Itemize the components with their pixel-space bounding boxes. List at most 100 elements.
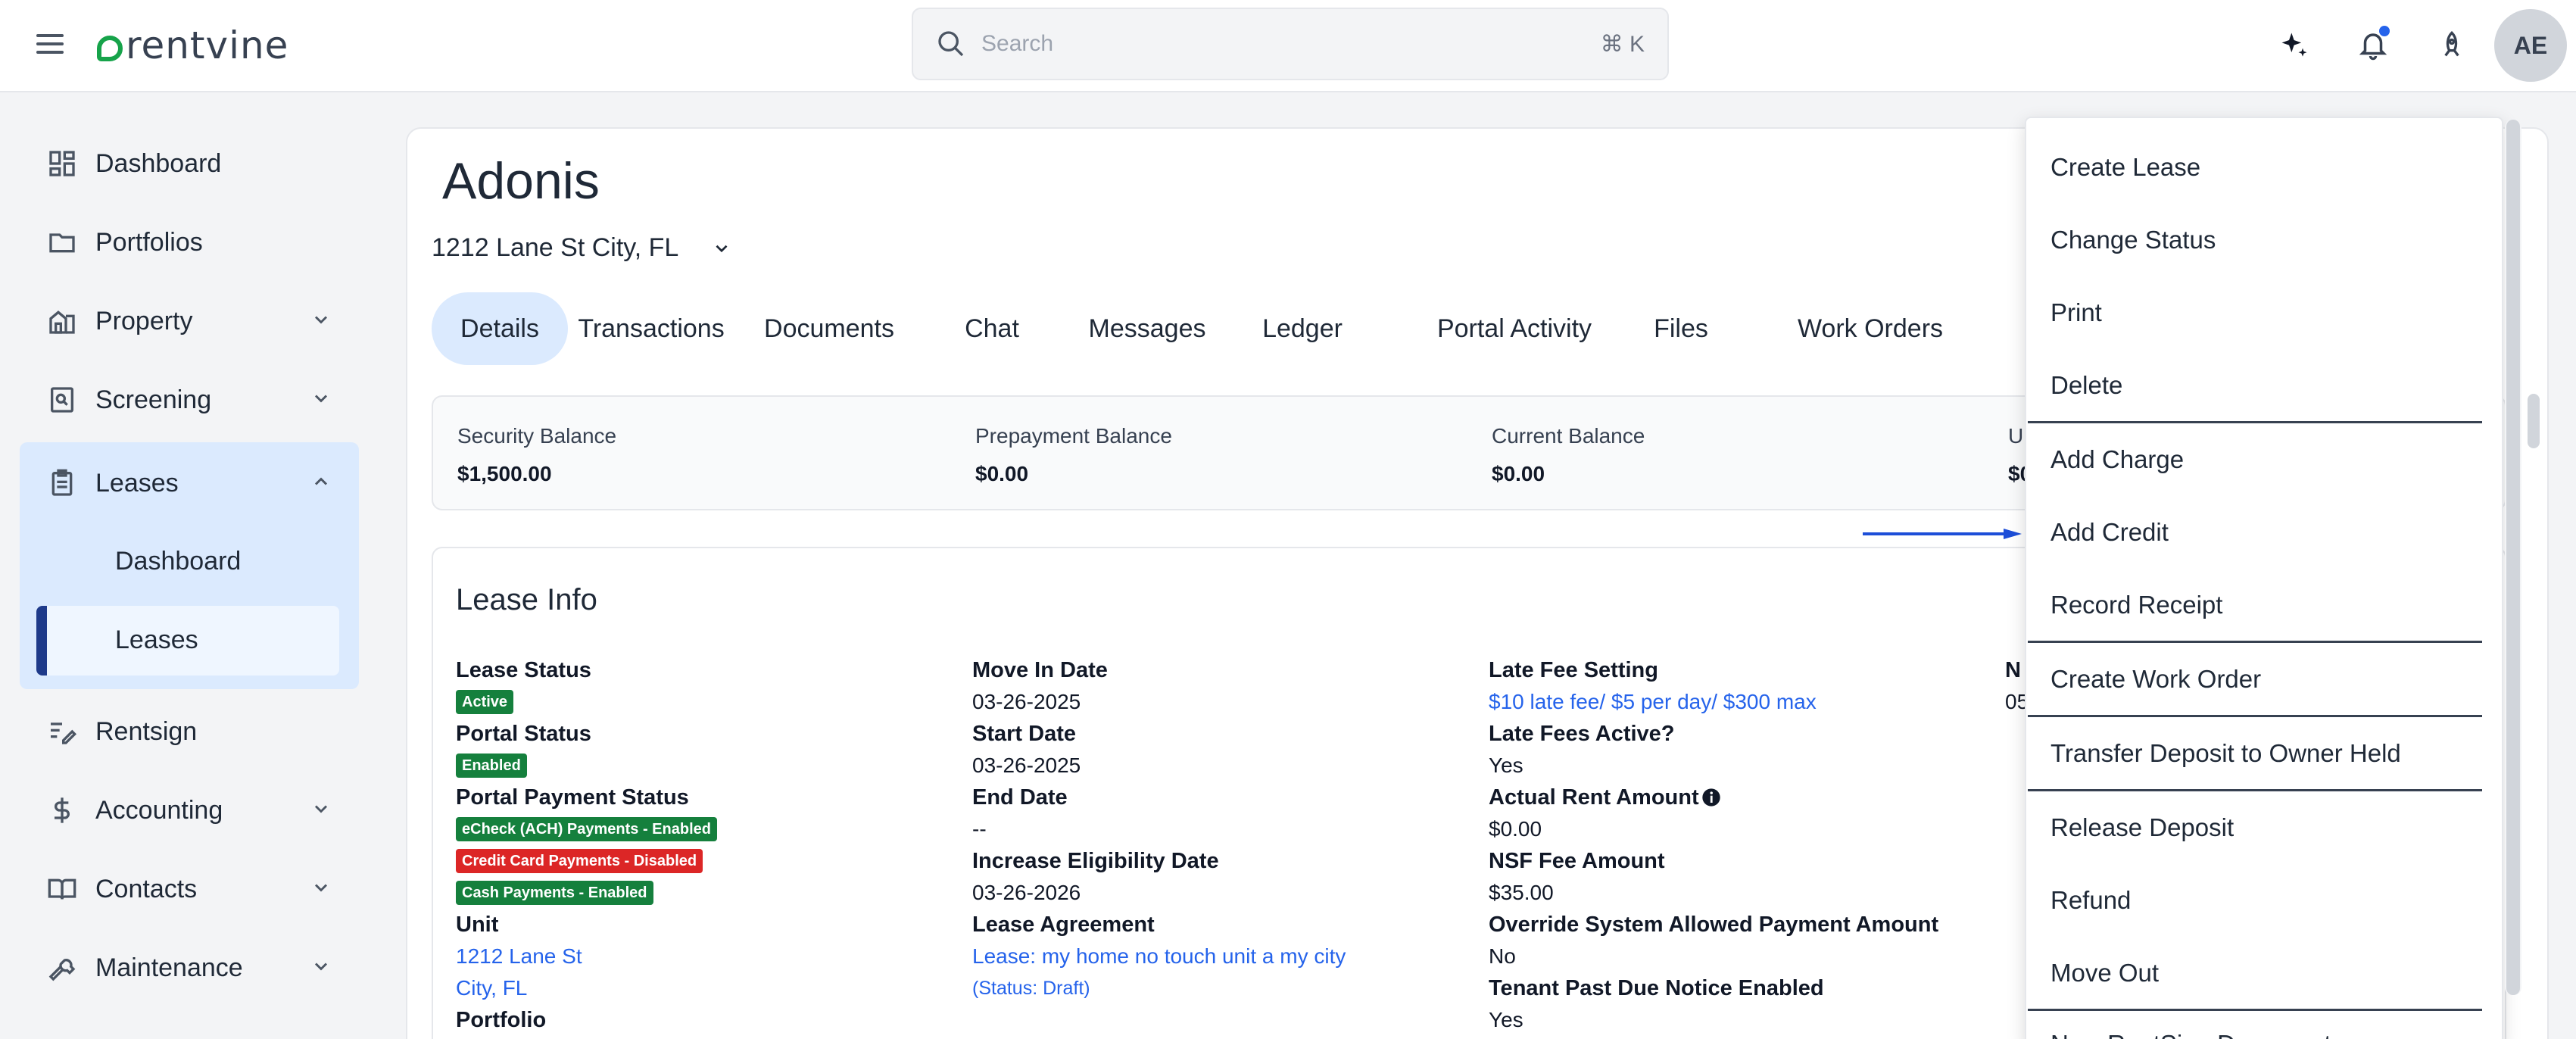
menu-item-create-work-order[interactable]: Create Work Order <box>2051 665 2261 694</box>
wrench-icon <box>48 959 76 981</box>
balance-label: Current Balance <box>1492 424 1645 448</box>
app-logo[interactable]: rentvine <box>97 21 288 70</box>
tab-transactions[interactable]: Transactions <box>578 292 724 365</box>
folder-icon <box>49 233 75 253</box>
rocket-icon[interactable] <box>2431 24 2473 67</box>
balance-label: Prepayment Balance <box>975 424 1172 448</box>
menu-toggle-icon[interactable] <box>33 29 67 62</box>
menu-item-add-charge[interactable]: Add Charge <box>2051 445 2184 474</box>
sidebar-item-label: Maintenance <box>95 953 243 982</box>
late-fee-setting-label: Late Fee Setting <box>1489 658 1658 682</box>
balance-label: Security Balance <box>457 424 617 448</box>
sidebar-item-label: Portfolios <box>95 227 203 257</box>
start-date-value: 03-26-2025 <box>972 754 1081 777</box>
annotation-arrow-icon <box>1863 529 2022 539</box>
sidebar-item-leases[interactable]: Leases <box>20 448 359 518</box>
lease-agreement-status: (Status: Draft) <box>972 978 1090 999</box>
chevron-down-icon <box>314 963 328 971</box>
unit-link-line2[interactable]: City, FL <box>456 972 717 1004</box>
sidebar-item-property[interactable]: Property <box>20 286 359 356</box>
unit-link-line1[interactable]: 1212 Lane St <box>456 941 717 972</box>
sidebar-item-portfolios[interactable]: Portfolios <box>20 207 359 277</box>
chevron-down-icon <box>716 245 728 252</box>
actual-rent-row: Actual Rent Amount <box>1489 782 1938 813</box>
nsf-fee-label: NSF Fee Amount <box>1489 849 1665 873</box>
sidebar-item-contacts[interactable]: Contacts <box>20 854 359 924</box>
increase-eligibility-value: 03-26-2026 <box>972 881 1081 904</box>
notifications-bell-icon[interactable] <box>2352 24 2394 67</box>
menu-item-create-lease[interactable]: Create Lease <box>2051 153 2200 182</box>
sidebar-subitem-dashboard[interactable]: Dashboard <box>115 547 241 576</box>
menu-item-change-status[interactable]: Change Status <box>2051 226 2216 254</box>
nsf-fee-value: $35.00 <box>1489 881 1554 904</box>
menu-item-refund[interactable]: Refund <box>2051 886 2131 915</box>
actual-rent-value: $0.00 <box>1489 817 1542 841</box>
book-icon <box>48 878 76 900</box>
menu-item-move-out[interactable]: Move Out <box>2051 959 2159 988</box>
sparkle-icon[interactable] <box>2273 24 2316 67</box>
pen-sign-icon <box>51 722 77 744</box>
menu-item-new-rentsign-document[interactable]: New RentSign Document <box>2051 1030 2331 1039</box>
lease-agreement-link[interactable]: Lease: my home no touch unit a my city <box>972 941 1346 972</box>
notification-dot <box>2379 26 2390 36</box>
sidebar-item-label: Rentsign <box>95 716 198 746</box>
dollar-icon <box>55 797 70 823</box>
menu-item-release-deposit[interactable]: Release Deposit <box>2051 813 2234 842</box>
move-in-date-label: Move In Date <box>972 658 1108 682</box>
sidebar-item-dashboard[interactable]: Dashboard <box>20 129 359 198</box>
late-fees-active-value: Yes <box>1489 754 1523 777</box>
logo-text: rentvine <box>126 23 289 67</box>
sidebar-subitem-leases[interactable]: Leases <box>115 626 198 655</box>
search-placeholder: Search <box>981 31 1054 56</box>
rentvine-leaf-icon <box>97 36 123 61</box>
chevron-up-icon <box>314 477 328 485</box>
sidebar-item-label: Leases <box>95 468 179 498</box>
tab-work-orders[interactable]: Work Orders <box>1711 292 2029 365</box>
page-title: Adonis <box>442 152 600 210</box>
chevron-down-icon <box>314 395 328 403</box>
echeck-payment-badge: eCheck (ACH) Payments - Enabled <box>456 817 717 841</box>
lease-agreement-label: Lease Agreement <box>972 913 1155 937</box>
dashboard-grid-icon <box>49 151 75 176</box>
tab-documents[interactable]: Documents <box>764 292 894 365</box>
portfolio-label: Portfolio <box>456 1008 547 1032</box>
menu-divider <box>2028 789 2482 791</box>
info-icon[interactable] <box>1701 787 1722 808</box>
sidebar-item-accounting[interactable]: Accounting <box>20 775 359 845</box>
move-in-date-value: 03-26-2025 <box>972 690 1081 713</box>
tab-details[interactable]: Details <box>432 292 568 365</box>
page-scrollbar-thumb[interactable] <box>2528 394 2540 448</box>
menu-item-print[interactable]: Print <box>2051 298 2102 327</box>
menu-scrollbar-thumb[interactable] <box>2506 120 2520 995</box>
cash-payment-badge: Cash Payments - Enabled <box>456 881 653 905</box>
increase-eligibility-label: Increase Eligibility Date <box>972 849 1219 873</box>
search-bar[interactable]: Search ⌘ K <box>912 8 1669 80</box>
portal-payment-status-label: Portal Payment Status <box>456 785 689 810</box>
menu-item-delete[interactable]: Delete <box>2051 371 2122 400</box>
sidebar-item-label: Dashboard <box>95 148 222 178</box>
security-balance: Security Balance $1,500.00 <box>457 424 616 486</box>
lease-status-label: Lease Status <box>456 658 591 682</box>
menu-item-record-receipt[interactable]: Record Receipt <box>2051 591 2222 619</box>
end-date-value: -- <box>972 817 987 841</box>
sidebar-item-maintenance[interactable]: Maintenance <box>20 933 359 1003</box>
override-payment-value: No <box>1489 944 1516 968</box>
sidebar-item-label: Contacts <box>95 874 198 903</box>
sidebar-item-screening[interactable]: Screening <box>20 365 359 435</box>
address-selector[interactable]: 1212 Lane St City, FL <box>432 233 731 263</box>
late-fee-setting-link[interactable]: $10 late fee/ $5 per day/ $300 max <box>1489 686 1938 718</box>
top-bar: rentvine Search ⌘ K AE <box>0 0 2576 92</box>
menu-item-transfer-deposit[interactable]: Transfer Deposit to Owner Held <box>2051 739 2401 768</box>
screening-document-icon <box>51 387 73 413</box>
menu-divider <box>2028 1009 2482 1011</box>
tab-ledger[interactable]: Ledger <box>1249 292 1355 365</box>
unit-label: Unit <box>456 913 499 937</box>
menu-item-add-credit[interactable]: Add Credit <box>2051 518 2169 547</box>
late-fees-active-label: Late Fees Active? <box>1489 722 1675 746</box>
past-due-notice-value: Yes <box>1489 1008 1523 1031</box>
tab-chat[interactable]: Chat <box>954 292 1030 365</box>
tab-messages[interactable]: Messages <box>1083 292 1212 365</box>
sidebar-item-rentsign[interactable]: Rentsign <box>20 697 359 766</box>
user-avatar[interactable]: AE <box>2494 9 2567 82</box>
balance-value: $0.00 <box>975 462 1029 485</box>
